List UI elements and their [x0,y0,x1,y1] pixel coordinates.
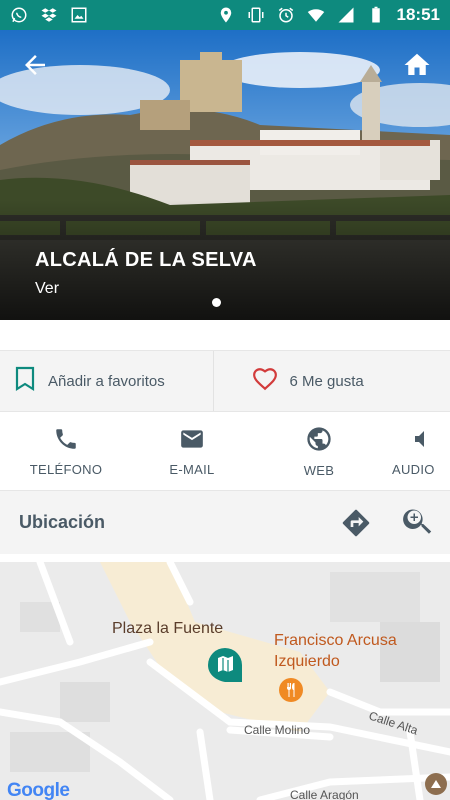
contact-row: TELÉFONO E-MAIL WEB AUDIO [0,413,450,489]
alarm-icon [277,6,295,24]
audio-button[interactable]: AUDIO [386,413,450,489]
clock: 18:51 [396,5,440,24]
heart-icon [252,367,278,395]
map-poi-icon[interactable] [424,772,448,800]
speaker-icon [392,426,436,455]
likes-count-label: 6 Me gusta [289,372,364,390]
vibrate-icon [247,6,265,24]
globe-icon [305,425,333,456]
phone-icon [53,426,79,455]
bookmark-icon [14,366,36,396]
phone-button[interactable]: TELÉFONO [0,413,132,489]
map-label-plaza: Plaza la Fuente [112,620,224,637]
like-button[interactable]: 6 Me gusta [212,351,450,411]
view-link[interactable]: Ver [35,280,59,298]
location-map[interactable]: Plaza la Fuente Francisco Arcusa Izquier… [0,562,450,800]
restaurant-icon[interactable] [279,678,303,707]
wifi-icon [307,6,325,24]
battery-icon [367,6,385,24]
add-favorites-label: Añadir a favoritos [48,372,165,390]
email-button[interactable]: E-MAIL [132,413,252,489]
map-label-restaurant-line2: Izquierdo [274,653,340,670]
place-title: ALCALÁ DE LA SELVA [35,249,257,271]
map-marker-icon[interactable] [206,646,244,689]
web-label: WEB [303,462,335,478]
audio-label: AUDIO [392,461,435,477]
back-arrow-icon[interactable] [20,50,50,80]
dropbox-icon [40,6,58,24]
map-street-molino: Calle Molino [244,723,311,737]
phone-label: TELÉFONO [29,461,103,477]
hero-image[interactable]: ALCALÁ DE LA SELVA Ver [0,30,450,320]
zoom-in-icon[interactable] [400,503,436,539]
home-icon[interactable] [402,50,432,80]
status-bar: 18:51 [0,0,450,30]
add-favorites-button[interactable]: Añadir a favoritos [0,351,213,411]
map-label-restaurant-line1: Francisco Arcusa [274,632,397,649]
image-icon [70,6,88,24]
email-label: E-MAIL [169,461,215,477]
location-section-header: Ubicación [0,490,450,554]
google-logo: Google [7,780,70,800]
carousel-indicator [212,298,221,307]
web-button[interactable]: WEB [252,413,386,489]
signal-icon [337,6,355,24]
location-label: Ubicación [19,512,106,532]
directions-icon[interactable] [340,507,372,539]
action-bar: Añadir a favoritos 6 Me gusta [0,350,450,412]
location-icon [217,6,235,24]
email-icon [178,426,206,455]
map-street-aragon: Calle Aragón [290,788,359,800]
whatsapp-icon [10,6,28,24]
